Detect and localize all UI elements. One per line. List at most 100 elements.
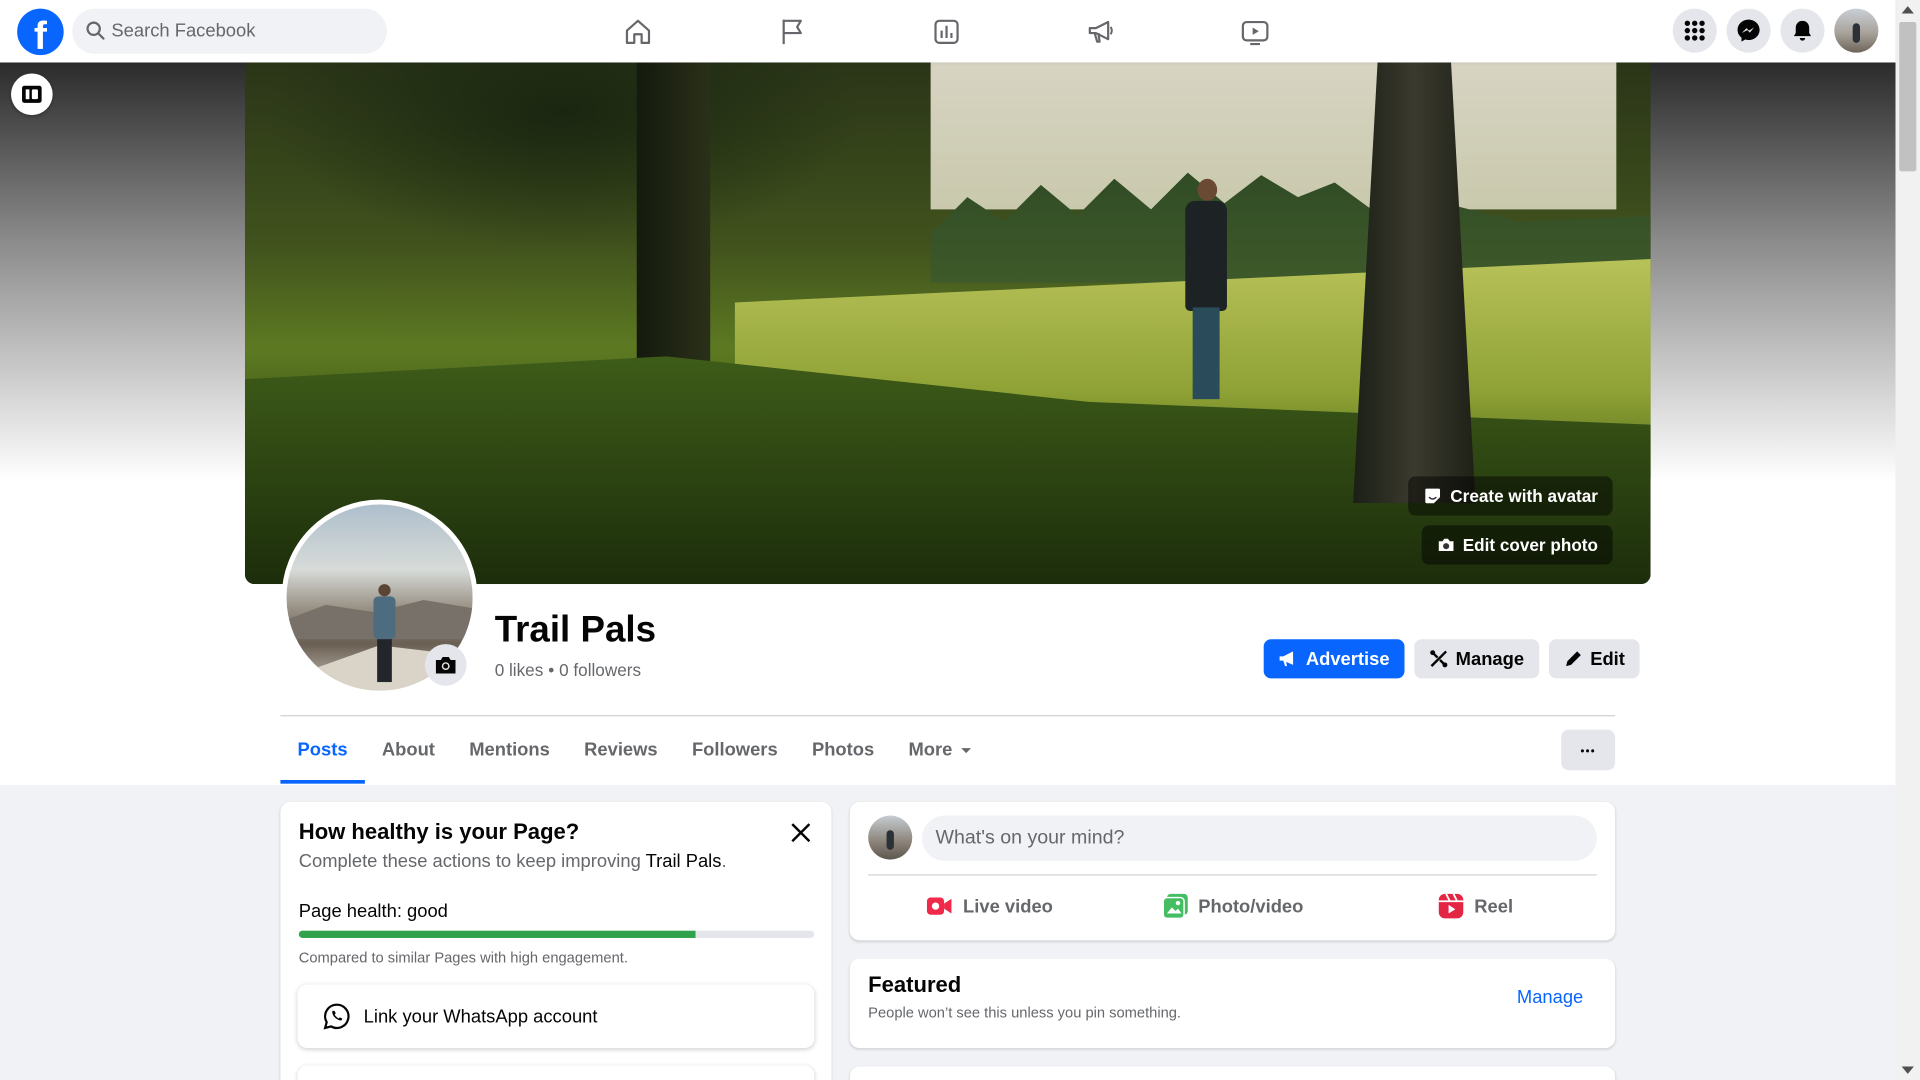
megaphone-icon (1088, 20, 1113, 43)
page-health-subtitle: Complete these actions to keep improving… (299, 851, 727, 872)
more-options-button[interactable]: ••• (1561, 729, 1616, 771)
facebook-logo[interactable]: f (17, 8, 64, 56)
composer-avatar[interactable] (868, 815, 913, 860)
camera-icon (1438, 538, 1453, 552)
likes-count[interactable]: 0 likes (495, 660, 544, 680)
logo-letter: f (33, 13, 47, 56)
caret-down-icon (960, 747, 971, 753)
tab-about[interactable]: About (365, 716, 452, 783)
tab-posts[interactable]: Posts (280, 716, 365, 784)
cover-hiker-figure (1176, 178, 1237, 406)
edit-label: Edit (1590, 648, 1625, 670)
page-health-label: Page health: good (298, 901, 448, 923)
notifications-button[interactable] (1780, 8, 1825, 53)
followers-count[interactable]: 0 followers (559, 660, 641, 680)
reel-button[interactable]: Reel (1354, 882, 1597, 931)
whatsapp-icon (323, 1003, 350, 1030)
cover-photo: Create with avatar Edit cover photo (244, 62, 1651, 585)
hiker-legs (1192, 307, 1220, 400)
nav-home[interactable] (561, 0, 715, 62)
edit-cover-photo-button[interactable]: Edit cover photo (1421, 525, 1613, 565)
tab-reviews[interactable]: Reviews (567, 716, 675, 783)
profile-hiker-figure (373, 584, 396, 683)
tab-more[interactable]: More (891, 716, 989, 783)
pencil-icon (1565, 651, 1581, 667)
profile-hiker-legs (377, 639, 392, 683)
insights-icon (934, 19, 959, 44)
nav-video[interactable] (1178, 0, 1332, 62)
composer-divider (868, 874, 1597, 876)
nav-ads[interactable] (1024, 0, 1178, 62)
scroll-up-arrow-icon[interactable] (1901, 6, 1914, 14)
nav-insights[interactable] (869, 0, 1023, 62)
live-video-icon (927, 897, 953, 915)
nav-pages[interactable] (715, 0, 869, 62)
manage-button[interactable]: Manage (1414, 639, 1539, 679)
page-title: Trail Pals (494, 609, 657, 651)
edit-cover-photo-label: Edit cover photo (1462, 535, 1598, 555)
next-feed-card (849, 1066, 1616, 1080)
home-icon (625, 19, 651, 44)
tab-mentions[interactable]: Mentions (452, 716, 567, 783)
hiker-body (1185, 200, 1227, 312)
advertise-button[interactable]: Advertise (1264, 639, 1405, 679)
photo-video-button[interactable]: Photo/video (1111, 882, 1354, 931)
photo-video-label: Photo/video (1198, 895, 1304, 917)
video-icon (1241, 20, 1269, 45)
search-box[interactable] (72, 8, 387, 54)
tab-photos[interactable]: Photos (795, 716, 892, 783)
top-right-controls (1672, 8, 1879, 53)
page-actions: Advertise Manage Edit (1264, 639, 1640, 679)
profile-hiker-body (373, 596, 396, 640)
cover-foliage (244, 62, 1005, 308)
hiker-head (1197, 178, 1218, 201)
next-action-card[interactable] (297, 1065, 815, 1080)
profile-hiker-head (378, 584, 391, 597)
search-icon (86, 21, 105, 40)
scroll-down-arrow-icon[interactable] (1901, 1066, 1914, 1074)
create-with-avatar-label: Create with avatar (1450, 486, 1598, 506)
close-icon[interactable] (785, 817, 817, 849)
update-profile-picture-button[interactable] (424, 644, 467, 686)
search-input[interactable] (111, 8, 369, 54)
page-health-card: How healthy is your Page? Complete these… (280, 802, 832, 1080)
page-health-title: How healthy is your Page? (298, 819, 580, 844)
link-whatsapp-label: Link your WhatsApp account (363, 1005, 598, 1027)
subtitle-prefix: Complete these actions to keep improving (298, 851, 646, 872)
edit-button[interactable]: Edit (1548, 639, 1640, 679)
live-video-label: Live video (963, 895, 1053, 917)
link-whatsapp-button[interactable]: Link your WhatsApp account (297, 984, 815, 1049)
tab-posts-label: Posts (297, 739, 348, 761)
page-health-progress (298, 930, 815, 938)
menu-button[interactable] (1672, 8, 1717, 53)
whats-on-your-mind-input[interactable]: What's on your mind? (922, 815, 1597, 861)
flag-icon (782, 18, 802, 44)
scrollbar-thumb[interactable] (1899, 22, 1917, 172)
live-video-button[interactable]: Live video (868, 882, 1111, 931)
sidebar-panel-icon (22, 85, 42, 103)
tab-reviews-label: Reviews (584, 739, 658, 761)
sidebar-toggle-button[interactable] (11, 73, 53, 116)
top-navigation-bar: f (0, 0, 1896, 63)
avatar-sticker-icon (1425, 488, 1441, 504)
featured-subtitle: People won’t see this unless you pin som… (868, 1004, 1182, 1022)
account-avatar[interactable] (1834, 8, 1879, 53)
messenger-icon (1737, 19, 1760, 42)
tab-followers-label: Followers (691, 739, 778, 761)
tab-more-label: More (908, 739, 953, 761)
tools-icon (1429, 650, 1448, 668)
create-with-avatar-button[interactable]: Create with avatar (1408, 476, 1613, 516)
cover-tree-trunk-left (636, 62, 711, 381)
menu-grid-icon (1684, 20, 1705, 41)
megaphone-icon (1280, 651, 1294, 667)
notifications-bell-icon (1793, 20, 1812, 41)
messenger-button[interactable] (1726, 8, 1771, 53)
photo-icon (1162, 893, 1188, 920)
tab-followers[interactable]: Followers (675, 716, 795, 783)
page-scrollbar[interactable] (1895, 0, 1920, 1080)
featured-manage-link[interactable]: Manage (1517, 987, 1583, 1008)
more-dots-icon: ••• (1580, 743, 1596, 757)
manage-label: Manage (1455, 648, 1525, 670)
post-composer: What's on your mind? Live video Photo/vi… (849, 802, 1616, 941)
subtitle-page-name: Trail Pals (645, 851, 722, 872)
